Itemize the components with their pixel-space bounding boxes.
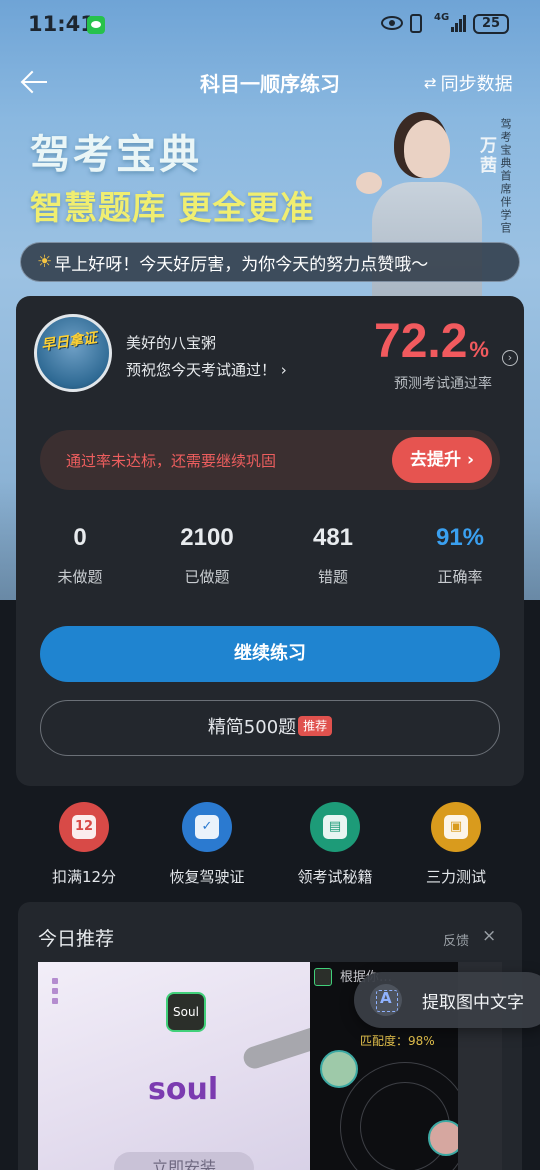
stat-wrong[interactable]: 481 错题 [273, 524, 393, 587]
recommend-tag: 推荐 [298, 716, 333, 736]
banner-title: 驾考宝典 [30, 132, 202, 178]
network-type: 4G [434, 12, 450, 23]
soul-logo-icon: Soul [166, 992, 206, 1032]
avatar [320, 1050, 358, 1088]
spokesperson-role: 驾考宝典首席伴学官 [499, 118, 512, 235]
ad-sidebar-decoration [52, 978, 58, 1108]
tool-deduct-12[interactable]: 12 扣满12分 [29, 802, 139, 887]
vibrate-icon [410, 14, 422, 33]
recommend-card: 今日推荐 反馈 × Soul soul 立即安装 根据你… 匹配度：98% [18, 902, 522, 1170]
warning-text: 通过率未达标，还需要继续巩固 [66, 452, 277, 470]
extract-text-label: 提取图中文字 [422, 993, 524, 1013]
text-scan-icon [370, 984, 402, 1016]
pass-rate-value[interactable]: 72.2% [374, 314, 489, 369]
sync-icon: ⇄ [424, 74, 437, 92]
improve-button[interactable]: 去提升 › [392, 437, 492, 483]
calendar-12-icon: 12 [59, 802, 109, 852]
status-bar: 11:41 4G 25 [0, 0, 540, 52]
lite-500-button[interactable]: 精简500题 推荐 [40, 700, 500, 756]
soul-small-icon [314, 968, 332, 986]
warning-bar: 通过率未达标，还需要继续巩固 去提升 › [40, 430, 500, 490]
battery-indicator: 25 [473, 14, 509, 34]
lite-500-label: 精简500题 [207, 717, 297, 738]
sync-data-button[interactable]: ⇄ 同步数据 [424, 70, 513, 96]
signal-icon [451, 15, 467, 32]
greeting-bar: ☀ 早上好呀！今天好厉害，为你今天的努力点赞哦～ [20, 242, 520, 282]
ad-brand-name: soul [148, 1072, 219, 1107]
badge-label: 早日拿证 [40, 330, 98, 354]
ad-match-text: 匹配度：98% [360, 1034, 435, 1048]
recommend-title: 今日推荐 [38, 928, 115, 950]
user-nickname: 美好的八宝粥 [126, 334, 217, 352]
test-icon: ▣ [431, 802, 481, 852]
page-title: 科目一顺序练习 [200, 72, 340, 96]
tool-three-ability-test[interactable]: ▣ 三力测试 [401, 802, 511, 887]
wish-text[interactable]: 预祝您今天考试通过！ › [126, 359, 287, 380]
stats-row: 0 未做题 2100 已做题 481 错题 91% 正确率 [16, 524, 524, 594]
continue-practice-button[interactable]: 继续练习 [40, 626, 500, 682]
extract-text-button[interactable]: 提取图中文字 [354, 972, 540, 1028]
ad-install-button[interactable]: 立即安装 [114, 1152, 254, 1170]
spokesperson-name: 万茜 [476, 136, 496, 176]
tool-exam-guide[interactable]: ▤ 领考试秘籍 [280, 802, 390, 887]
stat-undone[interactable]: 0 未做题 [20, 524, 140, 587]
pass-rate-label: 预测考试通过率 [394, 376, 492, 392]
feedback-link[interactable]: 反馈 [443, 930, 469, 949]
sun-icon: ☀ [37, 252, 53, 272]
wechat-icon [87, 16, 105, 34]
greeting-text: 早上好呀！今天好厉害，为你今天的努力点赞哦～ [54, 254, 429, 275]
stat-done[interactable]: 2100 已做题 [147, 524, 267, 587]
status-time: 11:41 [28, 12, 95, 36]
tool-restore-license[interactable]: ✓ 恢复驾驶证 [152, 802, 262, 887]
progress-card: 早日拿证 美好的八宝粥 预祝您今天考试通过！ › 72.2% › 预测考试通过率… [16, 296, 524, 786]
banner-slogan: 智慧题库 更全更准 [30, 188, 315, 227]
license-icon: ✓ [182, 802, 232, 852]
badge-avatar[interactable]: 早日拿证 [34, 314, 112, 392]
chevron-right-icon[interactable]: › [502, 350, 518, 366]
sync-label: 同步数据 [440, 74, 513, 95]
back-arrow-icon[interactable] [20, 70, 48, 94]
close-icon[interactable]: × [482, 926, 496, 946]
book-icon: ▤ [310, 802, 360, 852]
ad-banner[interactable]: Soul soul 立即安装 [38, 962, 334, 1170]
eye-icon [381, 16, 403, 30]
quick-tools: 12 扣满12分 ✓ 恢复驾驶证 ▤ 领考试秘籍 ▣ 三力测试 [0, 802, 540, 892]
stat-accuracy[interactable]: 91% 正确率 [400, 524, 520, 587]
